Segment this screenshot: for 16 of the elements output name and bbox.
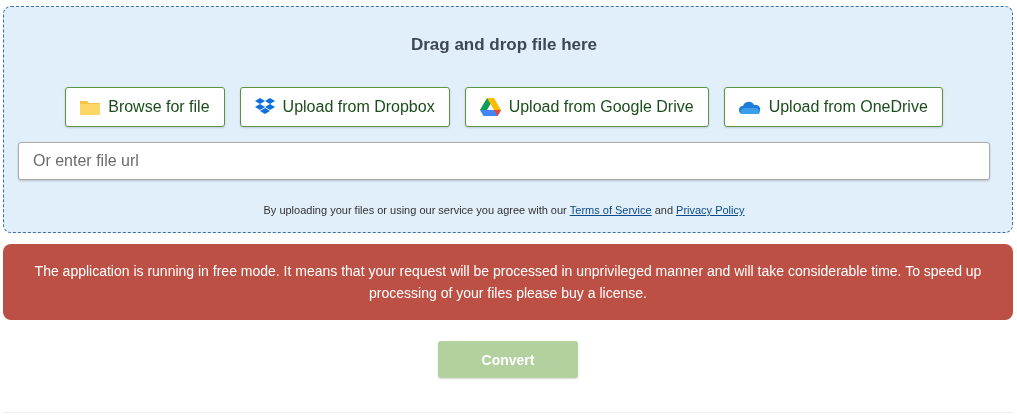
upload-source-button[interactable]: Upload from Dropbox	[239, 87, 450, 127]
upload-source-button[interactable]: Upload from OneDrive	[723, 87, 943, 127]
upload-source-button[interactable]: Browse for file	[65, 87, 225, 127]
url-field[interactable]: Or enter file url	[18, 142, 990, 180]
triangle-logo-icon	[479, 98, 501, 116]
cloud-icon	[738, 100, 761, 114]
warning-banner: The application is running in free mode. It means that your request will be processed in unprivileged manner and will take considerable time. To speed up processing of your files please buy a license.	[3, 244, 1013, 320]
terms-link[interactable]: Terms of Service	[569, 204, 652, 216]
open-box-icon	[254, 98, 275, 116]
drop-zone[interactable]	[3, 6, 1013, 233]
drop-zone-title: Drag and drop file here	[410, 35, 598, 55]
terms-text: and	[654, 204, 674, 216]
privacy-link[interactable]: Privacy Policy	[676, 204, 745, 216]
terms-text: By uploading your files or using our service you agree with our	[263, 204, 567, 216]
folder-icon	[80, 99, 101, 115]
upload-source-button[interactable]: Upload from Google Drive	[464, 87, 709, 127]
